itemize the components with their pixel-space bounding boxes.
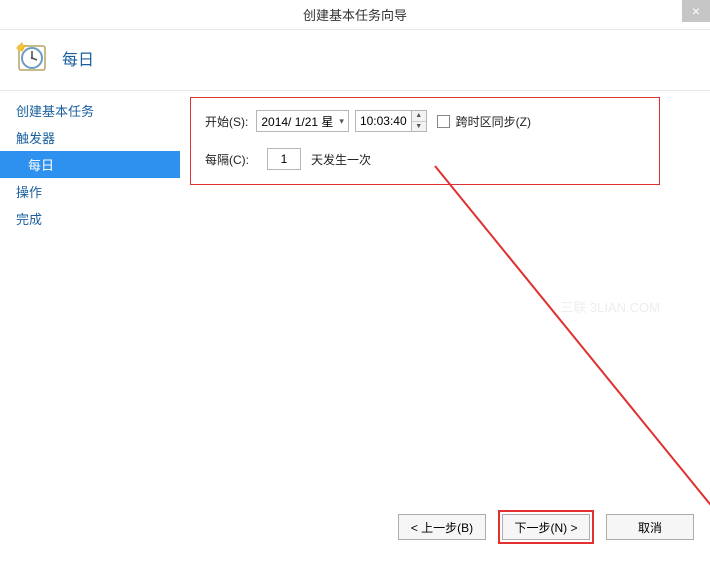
time-spin-buttons[interactable]: ▲ ▼ bbox=[411, 111, 426, 131]
wizard-footer: < 上一步(B) 下一步(N) > 取消 bbox=[398, 510, 694, 544]
title-bar: 创建基本任务向导 × bbox=[0, 0, 710, 30]
start-time-spinner[interactable]: 10:03:40 ▲ ▼ bbox=[355, 110, 427, 132]
interval-value: 1 bbox=[281, 152, 288, 166]
interval-label: 每隔(C): bbox=[205, 151, 249, 168]
back-button[interactable]: < 上一步(B) bbox=[398, 514, 486, 540]
wizard-main: 开始(S): 2014/ 1/21 星 ▾ 10:03:40 ▲ ▼ 跨时区同步… bbox=[180, 91, 710, 497]
wizard-header: 每日 bbox=[0, 30, 710, 91]
sync-timezone-label: 跨时区同步(Z) bbox=[456, 113, 531, 130]
page-title: 每日 bbox=[62, 46, 94, 70]
cancel-button[interactable]: 取消 bbox=[606, 514, 694, 540]
interval-input[interactable]: 1 bbox=[267, 148, 301, 170]
wizard-sidebar: 创建基本任务触发器每日操作完成 bbox=[0, 91, 180, 497]
start-label: 开始(S): bbox=[205, 113, 248, 130]
close-button[interactable]: × bbox=[682, 0, 710, 22]
settings-panel: 开始(S): 2014/ 1/21 星 ▾ 10:03:40 ▲ ▼ 跨时区同步… bbox=[190, 97, 660, 185]
sidebar-item-2[interactable]: 每日 bbox=[0, 151, 180, 178]
interval-suffix: 天发生一次 bbox=[311, 151, 371, 168]
close-icon: × bbox=[692, 3, 700, 19]
start-time-value: 10:03:40 bbox=[356, 114, 411, 128]
sidebar-item-1[interactable]: 触发器 bbox=[0, 124, 180, 151]
interval-row: 每隔(C): 1 天发生一次 bbox=[205, 148, 645, 170]
sidebar-item-3[interactable]: 操作 bbox=[0, 178, 180, 205]
start-date-value: 2014/ 1/21 星 bbox=[261, 113, 337, 130]
spin-down-icon[interactable]: ▼ bbox=[412, 122, 426, 132]
next-button[interactable]: 下一步(N) > bbox=[502, 514, 590, 540]
sidebar-item-4[interactable]: 完成 bbox=[0, 205, 180, 232]
sync-timezone-checkbox[interactable] bbox=[437, 115, 450, 128]
window-title: 创建基本任务向导 bbox=[303, 5, 407, 24]
next-button-highlight: 下一步(N) > bbox=[498, 510, 594, 544]
start-date-picker[interactable]: 2014/ 1/21 星 ▾ bbox=[256, 110, 349, 132]
chevron-down-icon: ▾ bbox=[337, 116, 344, 127]
sidebar-item-0[interactable]: 创建基本任务 bbox=[0, 97, 180, 124]
start-row: 开始(S): 2014/ 1/21 星 ▾ 10:03:40 ▲ ▼ 跨时区同步… bbox=[205, 110, 645, 132]
spin-up-icon[interactable]: ▲ bbox=[412, 111, 426, 122]
wizard-body: 创建基本任务触发器每日操作完成 开始(S): 2014/ 1/21 星 ▾ 10… bbox=[0, 91, 710, 497]
clock-task-icon bbox=[16, 42, 48, 74]
